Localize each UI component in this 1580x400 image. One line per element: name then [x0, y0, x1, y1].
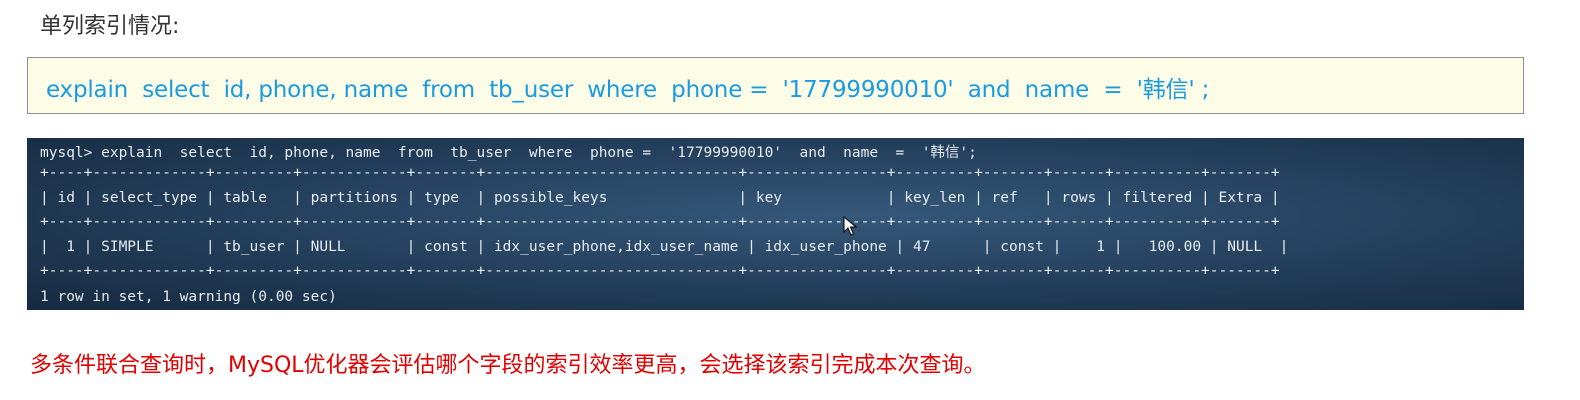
table-header-row: | id | select_type | table | partitions … — [40, 190, 1280, 206]
mouse-pointer-icon — [843, 216, 857, 236]
sql-code-box: explain select id, phone, name from tb_u… — [27, 57, 1524, 114]
terminal-command-line: mysql> explain select id, phone, name fr… — [40, 145, 977, 161]
section-heading: 单列索引情况: — [40, 14, 180, 39]
table-data-row: | 1 | SIMPLE | tb_user | NULL | const | … — [40, 239, 1289, 255]
terminal-result-footer: 1 row in set, 1 warning (0.00 sec) — [40, 289, 337, 305]
explanation-note: 多条件联合查询时，MySQL优化器会评估哪个字段的索引效率更高，会选择该索引完成… — [30, 353, 986, 378]
table-border-top: +----+-------------+---------+----------… — [40, 165, 1280, 181]
slide-page: 单列索引情况: explain select id, phone, name f… — [0, 0, 1580, 400]
mysql-terminal-output: mysql> explain select id, phone, name fr… — [27, 138, 1524, 310]
table-border-middle: +----+-------------+---------+----------… — [40, 214, 1280, 230]
sql-statement: explain select id, phone, name from tb_u… — [46, 77, 1210, 103]
table-border-bottom: +----+-------------+---------+----------… — [40, 263, 1280, 279]
